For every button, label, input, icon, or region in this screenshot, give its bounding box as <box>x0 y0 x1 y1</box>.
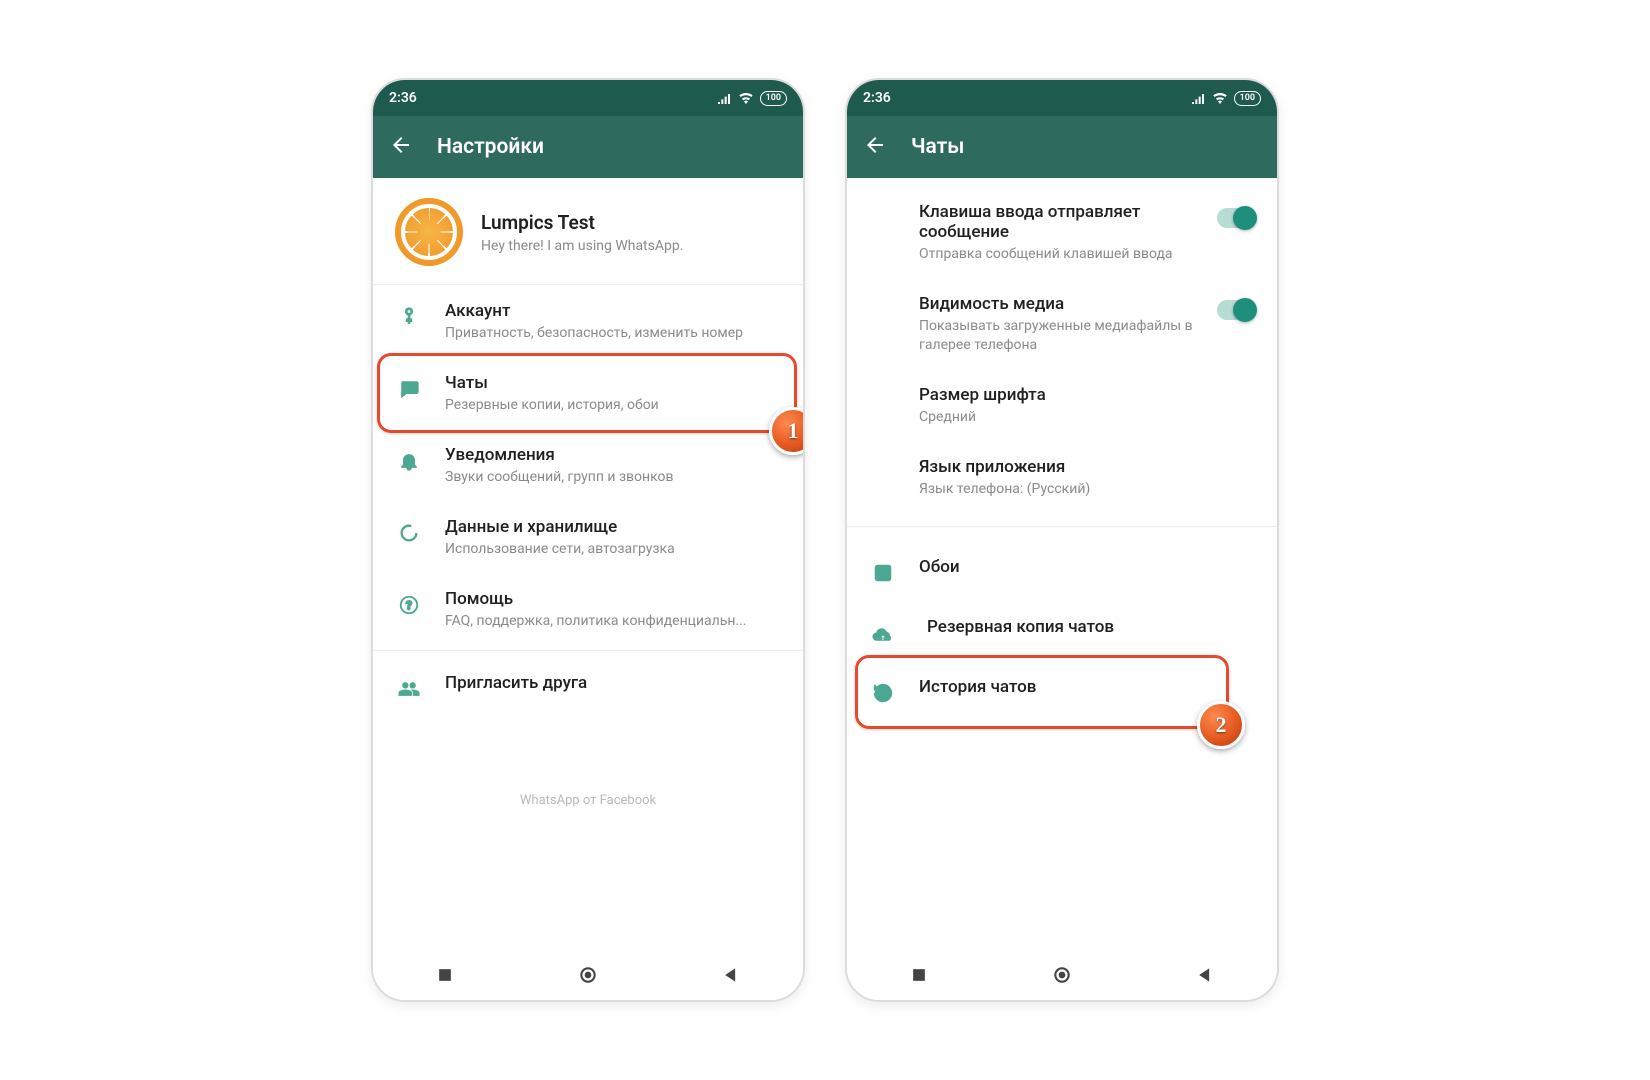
status-bar: 2:36 100 <box>373 80 803 116</box>
item-sub: Показывать загруженные медиафайлы в гале… <box>919 317 1195 355</box>
bell-icon <box>395 447 423 475</box>
key-icon <box>395 303 423 331</box>
item-sub: Язык телефона: (Русский) <box>919 480 1255 499</box>
status-time: 2:36 <box>389 90 417 106</box>
profile-name: Lumpics Test <box>481 211 683 234</box>
toggle-switch[interactable] <box>1217 208 1255 228</box>
data-usage-icon <box>395 519 423 547</box>
back-button[interactable] <box>389 133 413 161</box>
battery-icon: 100 <box>760 91 787 106</box>
step-badge-2: 2 <box>1197 701 1245 749</box>
square-icon <box>909 965 929 985</box>
item-title: Данные и хранилище <box>445 517 781 537</box>
item-sub: FAQ, поддержка, политика конфиденциальн.… <box>445 612 781 631</box>
circle-icon <box>1052 965 1072 985</box>
settings-item-notifications[interactable]: Уведомления Звуки сообщений, групп и зво… <box>373 429 803 501</box>
app-bar: Чаты <box>847 116 1277 178</box>
nav-back-button[interactable] <box>718 962 744 988</box>
svg-text:?: ? <box>406 598 412 612</box>
square-icon <box>435 965 455 985</box>
battery-icon: 100 <box>1234 91 1261 106</box>
triangle-left-icon <box>1195 965 1215 985</box>
settings-item-chats[interactable]: Чаты Резервные копии, история, обои <box>373 357 803 429</box>
android-nav-bar <box>373 949 803 1000</box>
item-title: История чатов <box>919 677 1255 697</box>
nav-home-button[interactable] <box>1049 962 1075 988</box>
avatar <box>395 198 463 266</box>
item-title: Пригласить друга <box>445 673 781 693</box>
item-title: Обои <box>919 557 1255 577</box>
signal-icon <box>716 90 732 106</box>
divider <box>847 526 1277 527</box>
settings-item-help[interactable]: ? Помощь FAQ, поддержка, политика конфид… <box>373 573 803 645</box>
status-bar: 2:36 100 <box>847 80 1277 116</box>
page-title: Чаты <box>911 135 964 159</box>
profile-status: Hey there! I am using WhatsApp. <box>481 238 683 254</box>
item-title: Видимость медиа <box>919 294 1195 314</box>
profile-row[interactable]: Lumpics Test Hey there! I am using Whats… <box>373 178 803 285</box>
item-title: Помощь <box>445 589 781 609</box>
chats-item-font-size[interactable]: Размер шрифта Средний <box>847 369 1277 441</box>
android-nav-bar <box>847 949 1277 1000</box>
nav-back-button[interactable] <box>1192 962 1218 988</box>
phone-chats-settings: 2:36 100 Чаты Клавиша ввода отправляет с… <box>845 78 1279 1002</box>
page-title: Настройки <box>437 135 544 159</box>
item-title: Резервная копия чатов <box>927 617 1255 637</box>
item-title: Клавиша ввода отправляет сообщение <box>919 202 1195 242</box>
wallpaper-icon <box>869 559 897 587</box>
settings-content: Lumpics Test Hey there! I am using Whats… <box>373 178 803 949</box>
item-sub: Использование сети, автозагрузка <box>445 540 781 559</box>
item-sub: Приватность, безопасность, изменить номе… <box>445 324 781 343</box>
wifi-icon <box>738 90 754 106</box>
item-title: Аккаунт <box>445 301 781 321</box>
chats-item-backup[interactable]: Резервная копия чатов <box>847 601 1277 661</box>
settings-item-invite[interactable]: Пригласить друга <box>373 657 803 717</box>
divider <box>373 650 803 651</box>
phone-settings: 2:36 100 Настройки Lumpics Test Hey ther… <box>371 78 805 1002</box>
status-icons: 100 <box>1190 90 1261 106</box>
item-title: Уведомления <box>445 445 781 465</box>
arrow-left-icon <box>389 133 413 157</box>
toggle-switch[interactable] <box>1217 300 1255 320</box>
chats-item-wallpaper[interactable]: Обои <box>847 541 1277 601</box>
footer-branding: WhatsApp от Facebook <box>373 771 803 816</box>
circle-icon <box>578 965 598 985</box>
item-title: Размер шрифта <box>919 385 1255 405</box>
chats-item-media-visibility[interactable]: Видимость медиа Показывать загруженные м… <box>847 278 1277 369</box>
nav-recent-button[interactable] <box>432 962 458 988</box>
item-sub: Средний <box>919 408 1255 427</box>
chats-item-app-language[interactable]: Язык приложения Язык телефона: (Русский) <box>847 441 1277 513</box>
cloud-upload-icon <box>869 619 897 647</box>
settings-item-data[interactable]: Данные и хранилище Использование сети, а… <box>373 501 803 573</box>
triangle-left-icon <box>721 965 741 985</box>
chat-icon <box>395 375 423 403</box>
arrow-left-icon <box>863 133 887 157</box>
settings-item-account[interactable]: Аккаунт Приватность, безопасность, измен… <box>373 285 803 357</box>
help-icon: ? <box>395 591 423 619</box>
people-icon <box>395 675 423 703</box>
status-time: 2:36 <box>863 90 891 106</box>
item-title: Язык приложения <box>919 457 1255 477</box>
wifi-icon <box>1212 90 1228 106</box>
signal-icon <box>1190 90 1206 106</box>
nav-home-button[interactable] <box>575 962 601 988</box>
item-sub: Отправка сообщений клавишей ввода <box>919 245 1195 264</box>
item-sub: Звуки сообщений, групп и звонков <box>445 468 781 487</box>
chats-item-enter-key[interactable]: Клавиша ввода отправляет сообщение Отпра… <box>847 178 1277 278</box>
chats-settings-content: Клавиша ввода отправляет сообщение Отпра… <box>847 178 1277 949</box>
item-title: Чаты <box>445 373 781 393</box>
status-icons: 100 <box>716 90 787 106</box>
back-button[interactable] <box>863 133 887 161</box>
history-icon <box>869 679 897 707</box>
nav-recent-button[interactable] <box>906 962 932 988</box>
app-bar: Настройки <box>373 116 803 178</box>
item-sub: Резервные копии, история, обои <box>445 396 781 415</box>
